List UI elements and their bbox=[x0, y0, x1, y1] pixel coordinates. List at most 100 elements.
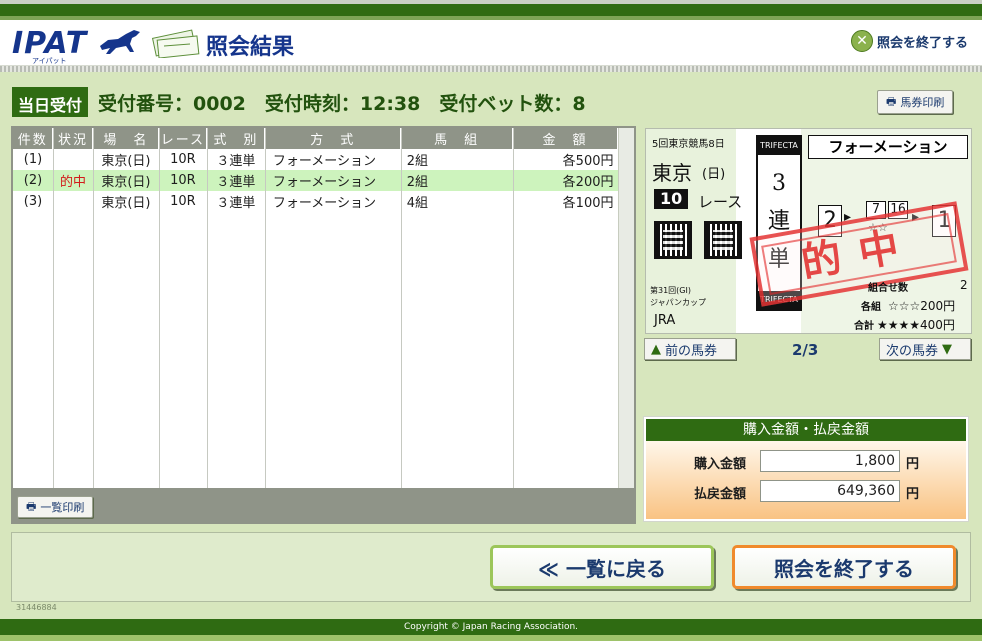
qr-code bbox=[704, 221, 742, 259]
cell-status: 的中 bbox=[52, 170, 93, 191]
cell-venue: 東京(日) bbox=[101, 154, 151, 169]
bet-list-table: 件数 状況 場 名 レース 式 別 方 式 馬 組 金 額 (1) 東京(日) bbox=[13, 128, 618, 488]
jra-brand: JRA bbox=[654, 313, 676, 328]
arrow-up-icon: ▲ bbox=[651, 341, 661, 357]
cell-race: 10R bbox=[170, 152, 196, 167]
column-divider bbox=[401, 128, 402, 488]
end-inquiry-button[interactable]: 照会を終了する bbox=[732, 545, 956, 589]
table-row[interactable]: (1) 東京(日) 10R ３連単 フォーメーション 2組 各500円 bbox=[13, 149, 618, 170]
each-value: ☆☆☆200円 bbox=[888, 299, 956, 313]
amount-summary: 購入金額・払戻金額 購入金額 1,800 円 払戻金額 649,360 円 bbox=[643, 416, 969, 522]
cell-status bbox=[53, 149, 93, 170]
reception-info: 当日受付 受付番号：0002 受付時刻：12:38 受付ベット数：8 bbox=[12, 86, 586, 118]
print-all-label: 一覧印刷 bbox=[40, 501, 85, 514]
column-divider bbox=[265, 128, 266, 488]
column-divider bbox=[513, 128, 514, 488]
purchase-amount: 1,800 bbox=[760, 450, 900, 472]
refund-unit: 円 bbox=[906, 487, 920, 502]
combos-value: 2 bbox=[960, 278, 968, 292]
betting-ticket: 5回東京競馬8日 東京 (日) 10 レース 第31回(GI) ジャパンカップ … bbox=[645, 128, 972, 334]
table-row[interactable]: (2) 的中 東京(日) 10R ３連単 フォーメーション 2組 各200円 bbox=[13, 170, 618, 191]
cell-combo: 4組 bbox=[406, 196, 429, 211]
close-icon: ✕ bbox=[850, 30, 873, 52]
column-header: 状況 bbox=[52, 128, 94, 149]
printer-icon: 🖶 bbox=[26, 499, 37, 513]
race-number: 10 bbox=[654, 189, 689, 209]
combos-label: 組合せ数 bbox=[868, 283, 908, 294]
prev-ticket-button[interactable]: ▲ 前の馬券 bbox=[644, 338, 736, 360]
ticket-icon bbox=[151, 29, 200, 58]
prev-ticket-label: 前の馬券 bbox=[665, 343, 718, 359]
event-info: 第31回(GI) bbox=[650, 286, 691, 295]
column-header: 方 式 bbox=[264, 128, 402, 149]
reception-details: 受付番号：0002 受付時刻：12:38 受付ベット数：8 bbox=[98, 92, 586, 115]
cell-status bbox=[53, 191, 93, 212]
footer-copyright: Copyright © Japan Racing Association. bbox=[0, 619, 982, 641]
page-indicator: 2/3 bbox=[792, 341, 819, 359]
today-reception-badge: 当日受付 bbox=[12, 87, 89, 117]
purchase-unit: 円 bbox=[906, 457, 920, 472]
back-to-list-button[interactable]: ≪ 一覧に戻る bbox=[490, 545, 714, 589]
column-header: 場 名 bbox=[92, 128, 160, 149]
total-value: ★★★★400円 bbox=[877, 318, 955, 332]
table-row[interactable]: (3) 東京(日) 10R ３連単 フォーメーション 4組 各100円 bbox=[13, 191, 618, 212]
column-divider bbox=[159, 128, 160, 488]
cell-race: 10R bbox=[170, 194, 196, 209]
cell-no: (2) bbox=[13, 170, 53, 191]
exit-inquiry-link[interactable]: ✕ 照会を終了する bbox=[850, 30, 968, 52]
cell-venue: 東京(日) bbox=[92, 170, 159, 191]
cell-method: フォーメーション bbox=[264, 170, 401, 191]
cell-method: フォーメーション bbox=[272, 154, 377, 169]
next-ticket-label: 次の馬券 bbox=[886, 343, 939, 359]
session-id: 31446884 bbox=[16, 603, 57, 612]
trifecta-label-top: TRIFECTA bbox=[758, 137, 800, 155]
venue-day: (日) bbox=[702, 167, 726, 182]
cell-combo: 2組 bbox=[406, 154, 429, 169]
column-header: 式 別 bbox=[206, 128, 266, 149]
column-divider bbox=[207, 128, 208, 488]
cell-type: ３連単 bbox=[206, 170, 265, 191]
amount-body: 購入金額 1,800 円 払戻金額 649,360 円 bbox=[646, 441, 966, 519]
trifecta-char: 3 bbox=[772, 171, 786, 196]
column-header: 件数 bbox=[13, 128, 54, 149]
ticket-pager: ▲ 前の馬券 2/3 次の馬券 ▼ bbox=[644, 338, 974, 362]
column-divider bbox=[53, 128, 54, 488]
printer-icon: 🖶 bbox=[886, 94, 897, 108]
print-all-button[interactable]: 🖶 一覧印刷 bbox=[17, 496, 94, 518]
total-label: 合計 bbox=[854, 321, 874, 332]
cell-amount: 各100円 bbox=[562, 196, 614, 211]
top-bar bbox=[0, 0, 982, 20]
cell-combo: 2組 bbox=[400, 170, 513, 191]
amount-title: 購入金額・払戻金額 bbox=[646, 419, 966, 441]
cell-amount: 各500円 bbox=[562, 154, 614, 169]
each-label: 各組 bbox=[861, 302, 881, 313]
cell-race: 10R bbox=[158, 170, 207, 191]
table-scrollbar[interactable] bbox=[618, 128, 634, 488]
cell-method: フォーメーション bbox=[272, 196, 377, 211]
purchase-label: 購入金額 bbox=[694, 457, 747, 472]
ticket-print-button[interactable]: 🖶 馬券印刷 bbox=[877, 90, 954, 114]
arrow-down-icon: ▼ bbox=[942, 341, 953, 357]
cell-amount: 各200円 bbox=[512, 170, 618, 191]
cell-no: (1) bbox=[23, 152, 43, 167]
cell-no: (3) bbox=[23, 194, 43, 209]
header: IPAT アイパット 照会結果 ✕ 照会を終了する bbox=[0, 20, 982, 66]
ticket-print-label: 馬券印刷 bbox=[900, 96, 945, 109]
column-header: 金 額 bbox=[512, 128, 618, 149]
venue-name: 東京 bbox=[652, 161, 692, 185]
cell-venue: 東京(日) bbox=[101, 196, 151, 211]
refund-label: 払戻金額 bbox=[694, 487, 747, 502]
race-label: レース bbox=[698, 193, 743, 211]
refund-amount: 649,360 bbox=[760, 480, 900, 502]
cell-type: ３連単 bbox=[216, 196, 256, 211]
next-ticket-button[interactable]: 次の馬券 ▼ bbox=[879, 338, 971, 360]
ipat-logo-sub: アイパット bbox=[32, 57, 67, 65]
cell-type: ３連単 bbox=[216, 154, 256, 169]
exit-inquiry-label: 照会を終了する bbox=[876, 35, 968, 51]
column-header: レース bbox=[158, 128, 208, 149]
qr-code bbox=[654, 221, 692, 259]
table-header: 件数 状況 場 名 レース 式 別 方 式 馬 組 金 額 bbox=[13, 128, 618, 149]
main-area: 当日受付 受付番号：0002 受付時刻：12:38 受付ベット数：8 🖶 馬券印… bbox=[0, 72, 982, 619]
bet-method: フォーメーション bbox=[808, 135, 968, 159]
column-divider bbox=[93, 128, 94, 488]
